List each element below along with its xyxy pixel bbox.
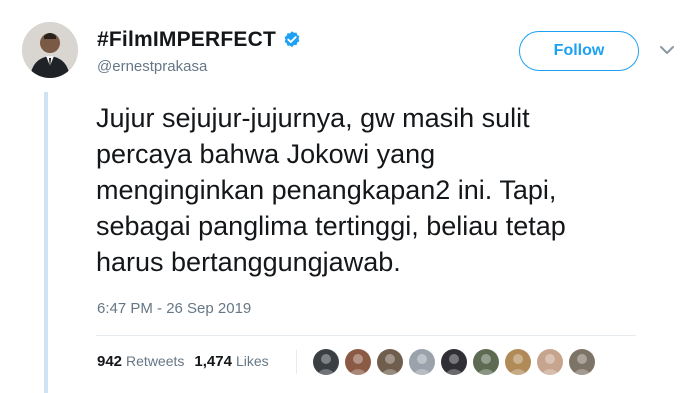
retweets-label[interactable]: Retweets	[126, 353, 184, 369]
stats-separator	[296, 350, 297, 374]
author-avatar[interactable]	[22, 22, 78, 78]
liker-avatar-icon[interactable]	[344, 348, 372, 376]
liker-avatar-icon[interactable]	[440, 348, 468, 376]
tweet-text: Jujur sejujur-jujurnya, gw masih sulit p…	[96, 103, 566, 277]
user-avatar-icon	[22, 22, 78, 78]
liker-avatars	[312, 348, 600, 376]
liker-avatar-icon[interactable]	[536, 348, 564, 376]
liker-avatar-icon[interactable]	[408, 348, 436, 376]
author-display-name[interactable]: #FilmIMPERFECT	[97, 28, 276, 52]
liker-avatar-icon[interactable]	[376, 348, 404, 376]
divider	[96, 335, 636, 336]
likes-count[interactable]: 1,474	[194, 353, 232, 370]
likes-label[interactable]: Likes	[236, 353, 269, 369]
retweets-count[interactable]: 942	[97, 353, 122, 370]
liker-avatar-icon[interactable]	[568, 348, 596, 376]
author-name-row: #FilmIMPERFECT	[97, 28, 302, 52]
thread-line	[44, 92, 48, 393]
liker-avatar-icon[interactable]	[472, 348, 500, 376]
tweet-timestamp[interactable]: 6:47 PM - 26 Sep 2019	[97, 300, 251, 317]
follow-button[interactable]: Follow	[519, 31, 639, 71]
tweet-stats: 942 Retweets 1,474 Likes	[97, 353, 269, 371]
liker-avatar-icon[interactable]	[312, 348, 340, 376]
tweet-card: #FilmIMPERFECT @ernestprakasa Follow Juj…	[0, 0, 700, 393]
author-handle[interactable]: @ernestprakasa	[97, 58, 207, 75]
chevron-down-icon[interactable]	[659, 44, 675, 56]
liker-avatar-icon[interactable]	[504, 348, 532, 376]
verified-badge-icon	[284, 31, 300, 48]
